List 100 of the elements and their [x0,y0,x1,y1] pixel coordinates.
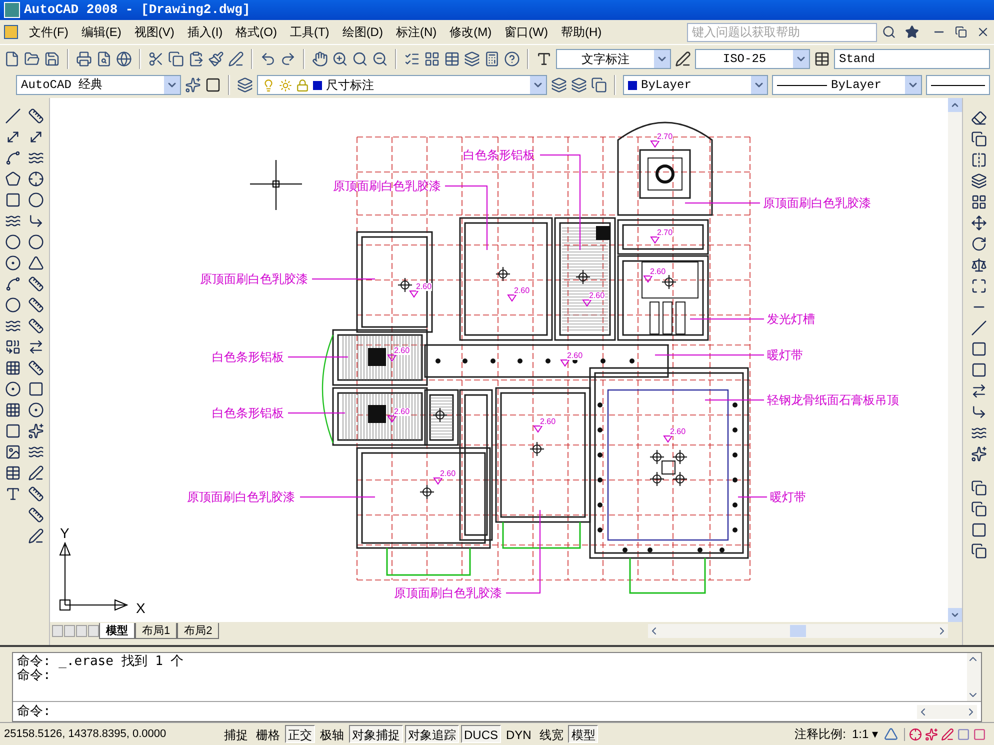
status-toggle[interactable]: DUCS [461,725,502,743]
star-icon[interactable] [905,25,919,39]
mirror-icon[interactable] [970,152,986,168]
status-toggle[interactable]: DYN [503,725,534,743]
search-icon-button[interactable] [882,25,896,39]
status-toggle[interactable]: 模型 [568,725,598,743]
new-file-icon[interactable] [4,50,20,66]
status-toggle[interactable]: 极轴 [317,725,347,743]
zoom-out-icon[interactable] [372,50,388,66]
scale-icon[interactable] [970,257,986,273]
linear-dimension-icon[interactable] [28,108,44,124]
hand-icon[interactable] [312,50,328,66]
grid-icon[interactable] [4,360,21,376]
zoom-in-icon[interactable] [332,50,348,66]
layers-icon[interactable] [551,77,567,93]
layout-tab[interactable]: 布局1 [135,623,178,639]
document-search-icon[interactable] [96,50,112,66]
polyline-icon[interactable] [4,150,21,166]
layers-icon[interactable] [237,77,253,93]
restore-icon[interactable] [955,26,967,38]
hatch-icon[interactable] [4,402,21,418]
horizontal-scrollbar[interactable] [648,624,948,638]
square-icon[interactable] [205,77,221,93]
command-horizontal-scrollbar[interactable] [917,704,977,718]
globe-icon[interactable] [116,50,132,66]
text-icon[interactable] [4,486,21,502]
layers-icon[interactable] [464,50,480,66]
table-style-icon[interactable] [814,50,830,66]
vertical-scrollbar[interactable] [948,98,962,622]
copy-icon[interactable] [168,50,184,66]
lineweight-dropdown[interactable] [926,75,990,95]
pen-icon[interactable] [228,50,244,66]
pentagon-icon[interactable] [4,171,21,187]
menu-item[interactable]: 工具(T) [284,23,336,41]
layout-tab[interactable]: 布局2 [177,623,220,639]
drawing-canvas[interactable]: 白色条形铝板 原顶面刷白色乳胶漆 原顶面刷白色乳胶漆 原顶面刷白色乳胶漆 发光灯槽 白色条形铝板 暖灯带 白色条形铝板 轻钢龙骨纸面石膏板吊顶 原顶面刷白色乳胶漆 暖灯带 原顶面刷白色乳胶漆 2.70 2.70 2.60 2.60 2.60 2.60 2.60 2.60 2.60 2.60 2.60 2.60 Y X [50,98,948,622]
menu-item[interactable]: 插入(I) [181,23,229,41]
eraser-icon[interactable] [970,110,986,126]
scissors-icon[interactable] [148,50,164,66]
diagonal-line-icon[interactable] [4,129,21,145]
dimension-style-icon[interactable] [675,50,691,66]
status-toggle[interactable]: 捕捉 [221,725,251,743]
crosshair-icon[interactable] [909,728,922,740]
annotation-scale-dropdown[interactable]: 1:1 ▾ [848,725,882,743]
search-icon[interactable] [352,50,368,66]
dimension-style-dropdown[interactable]: ISO-25 [695,48,810,68]
annotation-icon[interactable] [884,727,898,741]
scroll-down-icon[interactable] [948,608,962,622]
status-toggle[interactable]: 线宽 [536,725,566,743]
image-icon[interactable] [4,444,21,460]
move-icon[interactable] [970,215,986,231]
scroll-thumb[interactable] [790,625,806,637]
grid-icon[interactable] [424,50,440,66]
menu-item[interactable]: 修改(M) [444,23,498,41]
color-dropdown[interactable]: ByLayer [623,75,768,95]
status-toggle[interactable]: 对象捕捉 [349,725,403,743]
table-style-dropdown[interactable]: Stand [834,48,990,68]
sparkle-icon[interactable] [925,728,938,740]
array-icon[interactable] [970,194,986,210]
status-toggle[interactable]: 栅格 [253,725,283,743]
calculator-icon[interactable] [484,50,500,66]
linetype-dropdown[interactable]: ByLayer [772,75,922,95]
help-icon[interactable] [504,50,520,66]
list-icon[interactable] [404,50,420,66]
rotate-icon[interactable] [970,236,986,252]
command-prompt[interactable]: 命令: [17,702,51,722]
menu-item[interactable]: 标注(N) [390,23,443,41]
table-icon[interactable] [444,50,460,66]
spline-icon[interactable] [4,276,21,292]
text-style-dropdown[interactable]: 文字标注 [556,48,671,68]
layers-icon[interactable] [571,77,587,93]
table-icon[interactable] [4,465,21,481]
menu-item[interactable]: 视图(V) [128,23,180,41]
command-scrollbar[interactable] [967,653,981,701]
status-toggle[interactable]: 对象追踪 [405,725,459,743]
menu-item[interactable]: 窗口(W) [498,23,554,41]
save-icon[interactable] [44,50,60,66]
circle-icon[interactable] [4,234,21,250]
layer-dropdown[interactable]: 尺寸标注 [257,75,547,95]
folder-icon[interactable] [24,50,40,66]
rectangle-icon[interactable] [4,192,21,208]
line-icon[interactable] [4,108,21,124]
scroll-up-icon[interactable] [948,98,962,112]
copy-icon[interactable] [970,131,986,147]
close-icon[interactable] [976,25,990,39]
paste-icon[interactable] [188,50,204,66]
menu-item[interactable]: 绘图(D) [336,23,389,41]
help-search-field[interactable]: 键入问题以获取帮助 [687,22,877,42]
undo-icon[interactable] [260,50,276,66]
menu-item[interactable]: 编辑(E) [75,23,128,41]
workspace-dropdown[interactable]: AutoCAD 经典 [16,75,181,95]
pen-icon[interactable] [941,728,954,740]
menu-item[interactable]: 文件(F) [23,23,74,41]
text-style-icon[interactable] [536,50,552,66]
printer-icon[interactable] [76,50,92,66]
layout-tab[interactable]: 模型 [99,623,135,639]
status-toggle[interactable]: 正交 [285,725,315,743]
menu-item[interactable]: 帮助(H) [554,23,608,41]
point-icon[interactable] [4,381,21,397]
stack-icon[interactable] [591,77,607,93]
